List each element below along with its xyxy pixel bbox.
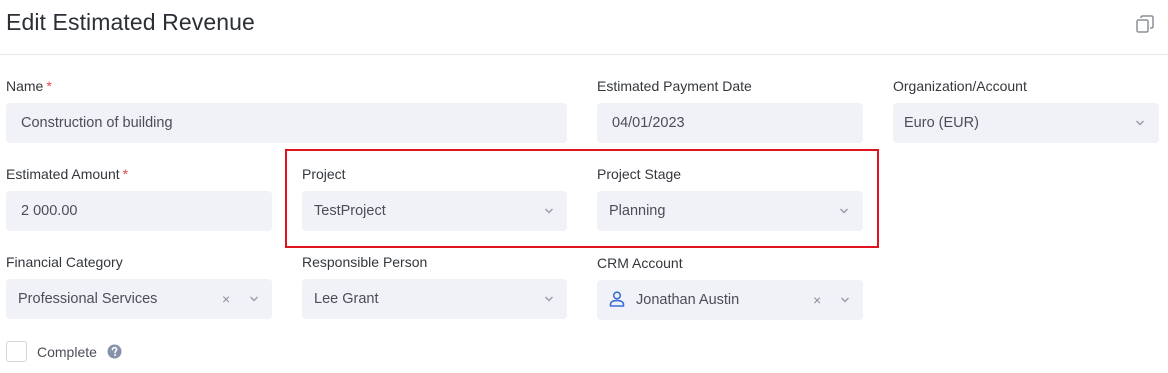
help-icon[interactable] bbox=[107, 344, 122, 359]
name-input[interactable]: Construction of building bbox=[6, 103, 567, 143]
estimated-payment-date-value: 04/01/2023 bbox=[612, 115, 685, 131]
required-marker: * bbox=[122, 166, 129, 182]
chevron-down-icon bbox=[840, 297, 850, 303]
page-title: Edit Estimated Revenue bbox=[6, 9, 255, 35]
estimated-payment-date-input[interactable]: 04/01/2023 bbox=[597, 103, 863, 143]
complete-checkbox[interactable] bbox=[6, 341, 27, 362]
estimated-amount-input[interactable]: 2 000.00 bbox=[6, 191, 272, 231]
estimated-payment-date-label: Estimated Payment Date bbox=[597, 78, 752, 94]
copy-icon[interactable] bbox=[1134, 13, 1156, 35]
financial-category-label: Financial Category bbox=[6, 254, 123, 270]
crm-account-value: Jonathan Austin bbox=[636, 292, 740, 308]
responsible-person-value: Lee Grant bbox=[314, 291, 379, 307]
organization-account-select[interactable]: Euro (EUR) bbox=[893, 103, 1159, 143]
crm-account-select[interactable]: Jonathan Austin × bbox=[597, 280, 863, 320]
organization-account-label: Organization/Account bbox=[893, 78, 1027, 94]
dialog-header: Edit Estimated Revenue bbox=[0, 0, 1168, 55]
organization-account-value: Euro (EUR) bbox=[904, 115, 979, 131]
estimated-amount-label: Estimated Amount * bbox=[6, 166, 129, 182]
name-value: Construction of building bbox=[21, 115, 173, 131]
complete-label: Complete bbox=[37, 344, 97, 360]
responsible-person-select[interactable]: Lee Grant bbox=[302, 279, 567, 319]
user-icon bbox=[609, 291, 625, 307]
chevron-down-icon bbox=[544, 296, 554, 302]
clear-icon[interactable]: × bbox=[813, 291, 821, 309]
crm-account-label: CRM Account bbox=[597, 255, 683, 271]
chevron-down-icon bbox=[249, 296, 259, 302]
clear-icon[interactable]: × bbox=[222, 290, 230, 308]
financial-category-value: Professional Services bbox=[18, 291, 158, 307]
responsible-person-label: Responsible Person bbox=[302, 254, 428, 270]
chevron-down-icon bbox=[1135, 120, 1145, 126]
required-marker: * bbox=[46, 78, 52, 94]
highlight-box bbox=[285, 149, 879, 248]
financial-category-select[interactable]: Professional Services × bbox=[6, 279, 272, 319]
name-label: Name * bbox=[6, 78, 52, 94]
estimated-amount-value: 2 000.00 bbox=[21, 203, 78, 219]
